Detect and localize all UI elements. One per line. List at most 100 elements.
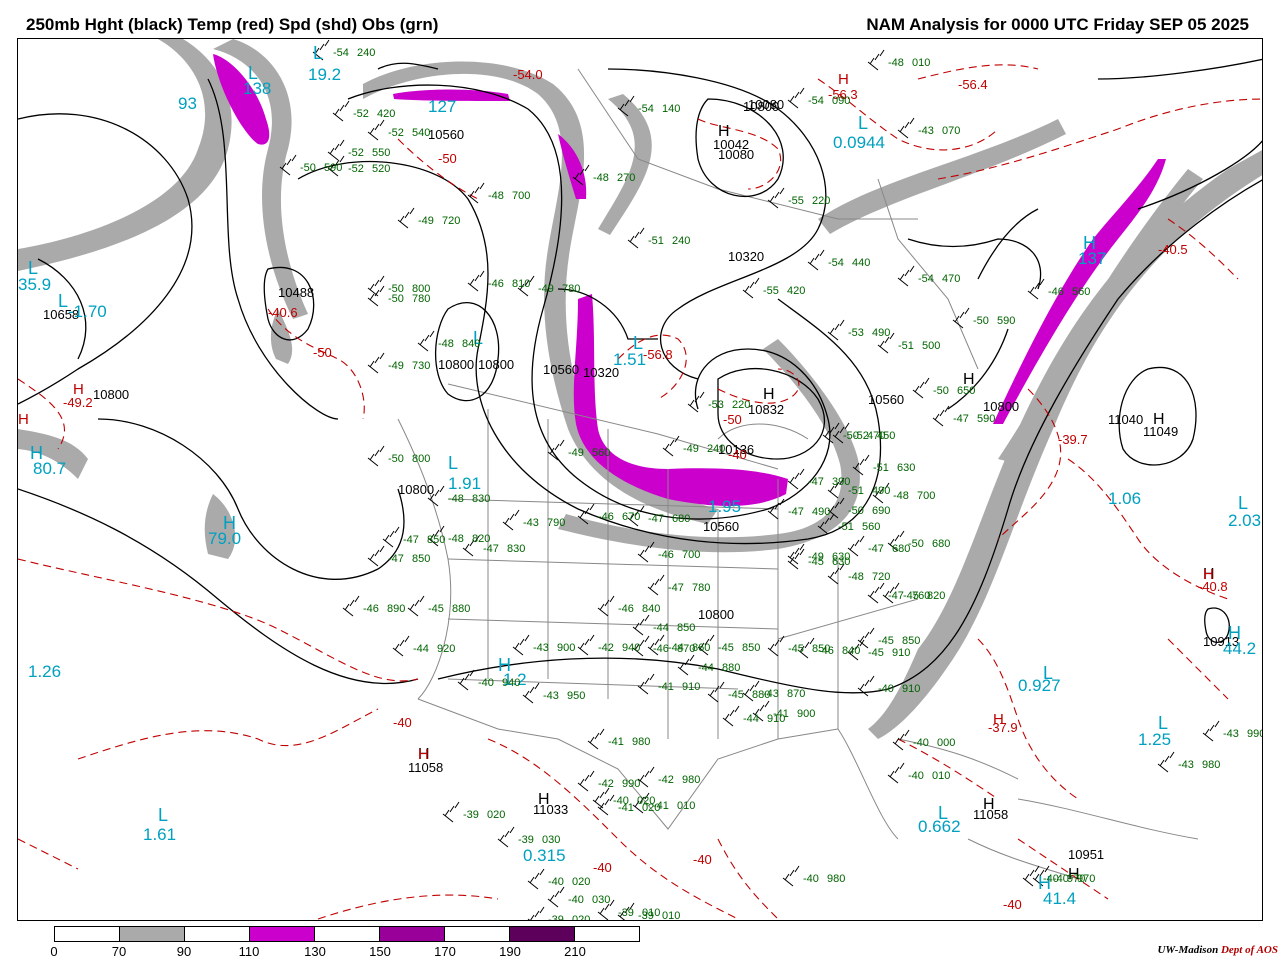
station-temp: -48 <box>438 338 454 350</box>
wind-barb <box>382 526 400 548</box>
temperature-label: -54.0 <box>513 67 543 82</box>
wind-barb <box>782 865 800 887</box>
station-height: 900 <box>557 642 575 654</box>
low-marker: L <box>448 453 458 473</box>
station-height: 470 <box>942 273 960 285</box>
station-temp: -49 <box>568 447 584 459</box>
station-temp: -44 <box>413 643 429 655</box>
height-label: 10800 <box>93 387 129 402</box>
legend-tick-label: 110 <box>238 944 260 959</box>
legend-tick-label: 90 <box>176 944 192 959</box>
legend-tick-label: 190 <box>499 944 521 959</box>
station-temp: -42 <box>598 642 614 654</box>
station-temp: -42 <box>658 774 674 786</box>
station-temp: -45 <box>718 642 734 654</box>
station-height: 470 <box>867 430 885 442</box>
wind-barb <box>952 307 970 329</box>
station-temp: -50 <box>388 293 404 305</box>
station-height: 920 <box>437 643 455 655</box>
wind-barb <box>1027 278 1045 300</box>
station-height: 850 <box>677 622 695 634</box>
station-height: 800 <box>412 453 430 465</box>
wind-barb <box>662 435 680 457</box>
credit-org: UW-Madison <box>1157 944 1219 956</box>
wind-barb <box>887 762 905 784</box>
station-height: 790 <box>547 517 565 529</box>
center-value: 19.2 <box>308 65 341 84</box>
station-temp: -47 <box>483 543 499 555</box>
temperature-label: -40 <box>393 715 412 730</box>
wind-barb <box>767 635 785 657</box>
station-height: 830 <box>507 543 525 555</box>
station-height: 000 <box>937 737 955 749</box>
station-temp: -40 <box>568 894 584 906</box>
station-temp: -44 <box>653 622 669 634</box>
analysis-time-title: NAM Analysis for 0000 UTC Friday SEP 05 … <box>866 15 1249 34</box>
station-temp: -40 <box>548 876 564 888</box>
station-height: 590 <box>324 162 342 174</box>
station-temp: -48 <box>488 190 504 202</box>
temperature-label: -50 <box>723 412 742 427</box>
wind-barb <box>527 868 545 890</box>
legend-tick-label: 150 <box>369 944 391 959</box>
station-temp: -47 <box>648 513 664 525</box>
station-temp: -49 <box>418 215 434 227</box>
station-height: 810 <box>512 278 530 290</box>
legend-segment <box>445 927 510 941</box>
station-height: 240 <box>707 443 725 455</box>
station-temp: -54 <box>333 47 349 59</box>
station-height: 560 <box>592 447 610 459</box>
wind-barb <box>912 377 930 399</box>
temperature-label: -40.5 <box>1158 242 1188 257</box>
center-high-marker: H <box>1228 623 1241 643</box>
station-temp: -50 <box>973 315 989 327</box>
station-height: 780 <box>412 293 430 305</box>
station-height: 590 <box>997 315 1015 327</box>
station-temp: -43 <box>1223 728 1239 740</box>
center-value: 1.91 <box>448 474 481 493</box>
station-temp: -48 <box>448 533 464 545</box>
station-temp: -50 <box>300 162 316 174</box>
wind-barb <box>637 766 655 788</box>
station-temp: -50 <box>848 505 864 517</box>
station-height: 020 <box>487 809 505 821</box>
station-height: 490 <box>872 327 890 339</box>
wind-barb <box>367 119 385 141</box>
station-height: 720 <box>442 215 460 227</box>
station-height: 840 <box>462 338 480 350</box>
station-temp: -54 <box>828 257 844 269</box>
station-temp: -52 <box>388 127 404 139</box>
legend-tick-label: 130 <box>304 944 326 959</box>
temp-high-marker: H <box>993 711 1004 728</box>
wind-barb <box>512 634 530 656</box>
low-marker: L <box>938 803 948 823</box>
wind-barb <box>577 634 595 656</box>
station-height: 760 <box>912 590 930 602</box>
temperature-label: -39.7 <box>1058 432 1088 447</box>
wind-barb <box>742 277 760 299</box>
station-temp: -48 <box>893 490 909 502</box>
station-height: 980 <box>1202 759 1220 771</box>
station-height: 020 <box>572 876 590 888</box>
center-value: 127 <box>428 97 456 116</box>
high-marker: H <box>718 123 730 140</box>
station-height: 540 <box>412 127 430 139</box>
weather-map-page: 250mb Hght (black) Temp (red) Spd (shd) … <box>0 0 1280 960</box>
height-label: 10800 <box>438 357 474 372</box>
station-temp: -49 <box>538 283 554 295</box>
station-height: 900 <box>797 708 815 720</box>
station-temp: -48 <box>848 571 864 583</box>
center-value: 0.0944 <box>833 133 885 152</box>
height-label: 10800 <box>983 399 1019 414</box>
wind-barb <box>467 270 485 292</box>
station-height: 520 <box>372 163 390 175</box>
center-high-marker: H <box>1083 233 1096 253</box>
legend-segment <box>315 927 380 941</box>
station-height: 870 <box>677 643 695 655</box>
station-temp: -47 <box>888 590 904 602</box>
station-temp: -47 <box>868 543 884 555</box>
station-height: 270 <box>617 172 635 184</box>
station-temp: -45 <box>808 556 824 568</box>
temperature-label: -40 <box>693 852 712 867</box>
wind-barb <box>587 728 605 750</box>
